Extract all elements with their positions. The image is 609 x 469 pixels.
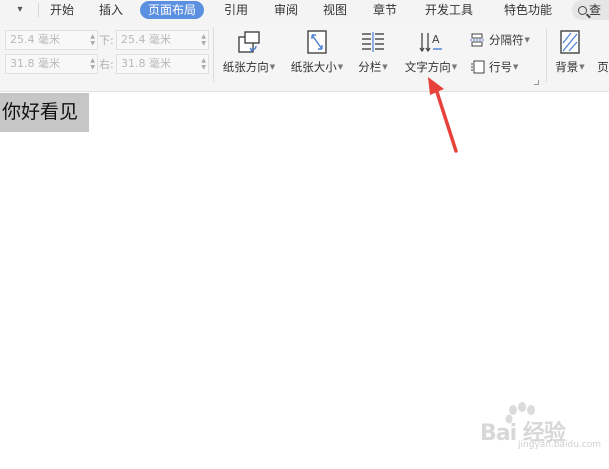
orientation-button[interactable]: 纸张方向▼	[218, 28, 280, 75]
orientation-icon	[218, 28, 280, 56]
watermark-url: jingyan.baidu.com	[518, 440, 602, 450]
search-icon	[578, 6, 587, 15]
selected-document-text[interactable]: 你好看见	[0, 93, 89, 132]
search-label: 查	[589, 3, 602, 17]
margin-right-label: 右:	[99, 58, 114, 71]
margin-left-row: 左: 31.8 毫米▲▼	[5, 54, 98, 74]
tab-references[interactable]: 引用	[224, 0, 248, 20]
tab-special-features[interactable]: 特色功能	[504, 0, 552, 20]
page-border-label: 页	[597, 60, 609, 74]
columns-label: 分栏	[358, 60, 382, 74]
chevron-down-icon: ▾	[17, 4, 23, 15]
spinner-icon[interactable]: ▲ ▼	[90, 57, 95, 71]
divider	[546, 28, 547, 82]
line-numbers-label: 行号	[489, 60, 512, 74]
collapse-ribbon-button[interactable]: ▾	[9, 2, 31, 18]
spinner-icon[interactable]: ▲ ▼	[201, 33, 206, 47]
margin-bottom-field[interactable]: 25.4 毫米 ▲ ▼	[116, 30, 209, 50]
margin-top-value: 25.4 毫米	[10, 33, 60, 46]
caret-down-icon: ▼	[382, 63, 388, 71]
background-label: 背景	[555, 60, 579, 74]
margin-right-value: 31.8 毫米	[121, 57, 171, 70]
text-direction-button[interactable]: A 文字方向▼	[399, 28, 463, 75]
tab-review[interactable]: 审阅	[274, 0, 298, 20]
caret-down-icon: ▼	[524, 36, 530, 44]
tab-insert[interactable]: 插入	[99, 0, 123, 20]
separator-button[interactable]: 分隔符 ▼	[470, 32, 530, 48]
margin-top-field[interactable]: 25.4 毫米 ▲ ▼	[5, 30, 98, 50]
margin-bottom-label: 下:	[99, 34, 114, 47]
page-border-icon	[597, 28, 609, 56]
search-button[interactable]: 查	[572, 0, 609, 20]
margin-left-value: 31.8 毫米	[10, 57, 60, 70]
margin-top-row: 上: 25.4 毫米▲▼	[5, 30, 98, 50]
tab-developer[interactable]: 开发工具	[425, 0, 473, 20]
ribbon-tab-bar: ▾ 开始 插入 页面布局 引用 审阅 视图 章节 开发工具 特色功能 查	[0, 0, 609, 22]
margin-right-row: 右: 31.8 毫米 ▲ ▼	[99, 54, 209, 74]
line-numbers-icon	[471, 60, 485, 74]
columns-button[interactable]: 分栏▼	[353, 28, 393, 75]
margin-bottom-row: 下: 25.4 毫米 ▲ ▼	[99, 30, 209, 50]
paper-size-button[interactable]: 纸张大小▼	[286, 28, 348, 75]
caret-down-icon: ▼	[269, 63, 276, 71]
dialog-launcher-icon[interactable]	[534, 80, 539, 85]
caret-down-icon: ▼	[579, 63, 585, 71]
background-icon	[552, 28, 588, 56]
separator-label: 分隔符	[489, 33, 524, 47]
text-direction-icon: A	[399, 28, 463, 56]
line-numbers-button[interactable]: 行号 ▼	[470, 59, 518, 75]
margin-right-field[interactable]: 31.8 毫米 ▲ ▼	[116, 54, 209, 74]
tab-home[interactable]: 开始	[50, 0, 74, 20]
paper-size-label: 纸张大小	[290, 60, 337, 74]
tab-page-layout[interactable]: 页面布局	[140, 1, 205, 19]
annotation-arrow	[428, 77, 458, 153]
margin-bottom-value: 25.4 毫米	[121, 33, 171, 46]
text-direction-label: 文字方向	[404, 60, 451, 74]
divider	[213, 28, 214, 82]
caret-down-icon: ▼	[451, 63, 458, 71]
tab-view[interactable]: 视图	[323, 0, 347, 20]
margin-left-field[interactable]: 31.8 毫米 ▲ ▼	[5, 54, 98, 74]
background-button[interactable]: 背景▼	[552, 28, 588, 75]
caret-down-icon: ▼	[513, 63, 519, 71]
spinner-icon[interactable]: ▲ ▼	[201, 57, 206, 71]
svg-text:A: A	[432, 33, 440, 46]
caret-down-icon: ▼	[337, 63, 344, 71]
tab-sections[interactable]: 章节	[373, 0, 397, 20]
paper-size-icon	[286, 28, 348, 56]
ribbon-toolbar: 上: 25.4 毫米▲▼ 下: 25.4 毫米▲▼ 左: 31.8 毫米▲▼ 右…	[0, 22, 609, 92]
page-border-button[interactable]: 页	[597, 28, 609, 75]
orientation-label: 纸张方向	[222, 60, 269, 74]
page-break-icon	[470, 33, 485, 47]
spinner-icon[interactable]: ▲ ▼	[90, 33, 95, 47]
divider	[38, 3, 39, 17]
columns-icon	[353, 28, 393, 56]
